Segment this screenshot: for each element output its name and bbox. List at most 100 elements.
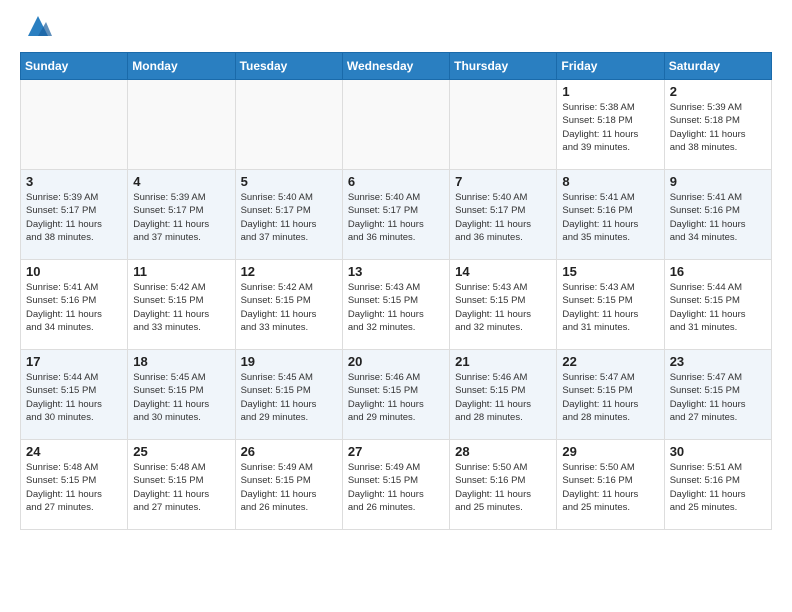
calendar-week-2: 3 Sunrise: 5:39 AM Sunset: 5:17 PM Daylig… [21, 170, 772, 260]
day-info: Sunrise: 5:45 AM Sunset: 5:15 PM Dayligh… [241, 371, 337, 424]
day-number: 1 [562, 84, 658, 99]
calendar-table: SundayMondayTuesdayWednesdayThursdayFrid… [20, 52, 772, 530]
calendar-cell: 9Sunrise: 5:41 AM Sunset: 5:16 PM Daylig… [664, 170, 771, 260]
day-info: Sunrise: 5:42 AM Sunset: 5:15 PM Dayligh… [133, 281, 229, 334]
day-info: Sunrise: 5:50 AM Sunset: 5:16 PM Dayligh… [455, 461, 551, 514]
calendar-cell: 20 Sunrise: 5:46 AM Sunset: 5:15 PM Dayli… [342, 350, 449, 440]
day-number: 10 [26, 264, 122, 279]
calendar-cell: 10 Sunrise: 5:41 AM Sunset: 5:16 PM Dayli… [21, 260, 128, 350]
day-number: 26 [241, 444, 337, 459]
calendar-cell [235, 80, 342, 170]
day-number: 19 [241, 354, 337, 369]
day-number: 30 [670, 444, 766, 459]
day-number: 14 [455, 264, 551, 279]
calendar-cell [21, 80, 128, 170]
calendar-cell: 11 Sunrise: 5:42 AM Sunset: 5:15 PM Dayli… [128, 260, 235, 350]
page: SundayMondayTuesdayWednesdayThursdayFrid… [0, 0, 792, 546]
day-info: Sunrise: 5:39 AM Sunset: 5:17 PM Dayligh… [133, 191, 229, 244]
day-info: Sunrise: 5:39 AM Sunset: 5:18 PM Dayligh… [670, 101, 766, 154]
calendar-cell: 13 Sunrise: 5:43 AM Sunset: 5:15 PM Dayli… [342, 260, 449, 350]
day-info: Sunrise: 5:46 AM Sunset: 5:15 PM Dayligh… [455, 371, 551, 424]
day-number: 2 [670, 84, 766, 99]
calendar-week-4: 17 Sunrise: 5:44 AM Sunset: 5:15 PM Dayli… [21, 350, 772, 440]
weekday-header-monday: Monday [128, 53, 235, 80]
calendar-cell: 8 Sunrise: 5:41 AM Sunset: 5:16 PM Daylig… [557, 170, 664, 260]
day-info: Sunrise: 5:41 AM Sunset: 5:16 PM Dayligh… [670, 191, 766, 244]
day-number: 18 [133, 354, 229, 369]
header [20, 16, 772, 40]
day-info: Sunrise: 5:49 AM Sunset: 5:15 PM Dayligh… [241, 461, 337, 514]
calendar-cell: 27Sunrise: 5:49 AM Sunset: 5:15 PM Dayli… [342, 440, 449, 530]
calendar-cell: 18 Sunrise: 5:45 AM Sunset: 5:15 PM Dayli… [128, 350, 235, 440]
weekday-header-saturday: Saturday [664, 53, 771, 80]
day-info: Sunrise: 5:41 AM Sunset: 5:16 PM Dayligh… [26, 281, 122, 334]
day-info: Sunrise: 5:47 AM Sunset: 5:15 PM Dayligh… [562, 371, 658, 424]
day-number: 6 [348, 174, 444, 189]
day-number: 13 [348, 264, 444, 279]
calendar-cell: 28 Sunrise: 5:50 AM Sunset: 5:16 PM Dayli… [450, 440, 557, 530]
calendar-cell: 26 Sunrise: 5:49 AM Sunset: 5:15 PM Dayli… [235, 440, 342, 530]
day-info: Sunrise: 5:49 AM Sunset: 5:15 PM Dayligh… [348, 461, 444, 514]
day-number: 29 [562, 444, 658, 459]
day-number: 3 [26, 174, 122, 189]
weekday-header-thursday: Thursday [450, 53, 557, 80]
calendar-cell: 3 Sunrise: 5:39 AM Sunset: 5:17 PM Daylig… [21, 170, 128, 260]
day-info: Sunrise: 5:44 AM Sunset: 5:15 PM Dayligh… [26, 371, 122, 424]
day-info: Sunrise: 5:47 AM Sunset: 5:15 PM Dayligh… [670, 371, 766, 424]
day-number: 11 [133, 264, 229, 279]
day-info: Sunrise: 5:45 AM Sunset: 5:15 PM Dayligh… [133, 371, 229, 424]
calendar-cell: 30Sunrise: 5:51 AM Sunset: 5:16 PM Dayli… [664, 440, 771, 530]
calendar-week-5: 24Sunrise: 5:48 AM Sunset: 5:15 PM Dayli… [21, 440, 772, 530]
day-info: Sunrise: 5:46 AM Sunset: 5:15 PM Dayligh… [348, 371, 444, 424]
day-number: 20 [348, 354, 444, 369]
day-info: Sunrise: 5:43 AM Sunset: 5:15 PM Dayligh… [348, 281, 444, 334]
weekday-header-wednesday: Wednesday [342, 53, 449, 80]
calendar-week-1: 1 Sunrise: 5:38 AM Sunset: 5:18 PM Daylig… [21, 80, 772, 170]
day-info: Sunrise: 5:48 AM Sunset: 5:15 PM Dayligh… [26, 461, 122, 514]
day-number: 22 [562, 354, 658, 369]
weekday-header-friday: Friday [557, 53, 664, 80]
calendar-cell: 17 Sunrise: 5:44 AM Sunset: 5:15 PM Dayli… [21, 350, 128, 440]
calendar-cell: 29 Sunrise: 5:50 AM Sunset: 5:16 PM Dayli… [557, 440, 664, 530]
day-number: 16 [670, 264, 766, 279]
day-number: 8 [562, 174, 658, 189]
calendar-cell [450, 80, 557, 170]
weekday-header-sunday: Sunday [21, 53, 128, 80]
calendar-cell: 22 Sunrise: 5:47 AM Sunset: 5:15 PM Dayli… [557, 350, 664, 440]
day-number: 17 [26, 354, 122, 369]
calendar-week-3: 10 Sunrise: 5:41 AM Sunset: 5:16 PM Dayli… [21, 260, 772, 350]
day-info: Sunrise: 5:39 AM Sunset: 5:17 PM Dayligh… [26, 191, 122, 244]
day-info: Sunrise: 5:50 AM Sunset: 5:16 PM Dayligh… [562, 461, 658, 514]
day-info: Sunrise: 5:41 AM Sunset: 5:16 PM Dayligh… [562, 191, 658, 244]
calendar-cell [342, 80, 449, 170]
calendar-cell: 16 Sunrise: 5:44 AM Sunset: 5:15 PM Dayli… [664, 260, 771, 350]
day-info: Sunrise: 5:48 AM Sunset: 5:15 PM Dayligh… [133, 461, 229, 514]
calendar-cell: 4 Sunrise: 5:39 AM Sunset: 5:17 PM Daylig… [128, 170, 235, 260]
day-info: Sunrise: 5:44 AM Sunset: 5:15 PM Dayligh… [670, 281, 766, 334]
day-number: 23 [670, 354, 766, 369]
day-number: 21 [455, 354, 551, 369]
day-number: 5 [241, 174, 337, 189]
calendar-cell: 12Sunrise: 5:42 AM Sunset: 5:15 PM Dayli… [235, 260, 342, 350]
day-number: 28 [455, 444, 551, 459]
day-info: Sunrise: 5:43 AM Sunset: 5:15 PM Dayligh… [455, 281, 551, 334]
calendar-cell: 5 Sunrise: 5:40 AM Sunset: 5:17 PM Daylig… [235, 170, 342, 260]
day-number: 25 [133, 444, 229, 459]
day-info: Sunrise: 5:38 AM Sunset: 5:18 PM Dayligh… [562, 101, 658, 154]
calendar-cell [128, 80, 235, 170]
calendar-cell: 6Sunrise: 5:40 AM Sunset: 5:17 PM Daylig… [342, 170, 449, 260]
weekday-header-tuesday: Tuesday [235, 53, 342, 80]
calendar-cell: 23 Sunrise: 5:47 AM Sunset: 5:15 PM Dayli… [664, 350, 771, 440]
calendar-cell: 19 Sunrise: 5:45 AM Sunset: 5:15 PM Dayli… [235, 350, 342, 440]
calendar-cell: 2 Sunrise: 5:39 AM Sunset: 5:18 PM Daylig… [664, 80, 771, 170]
calendar-cell: 24Sunrise: 5:48 AM Sunset: 5:15 PM Dayli… [21, 440, 128, 530]
day-number: 15 [562, 264, 658, 279]
calendar-header-row: SundayMondayTuesdayWednesdayThursdayFrid… [21, 53, 772, 80]
calendar-cell: 21 Sunrise: 5:46 AM Sunset: 5:15 PM Dayli… [450, 350, 557, 440]
day-number: 4 [133, 174, 229, 189]
day-info: Sunrise: 5:42 AM Sunset: 5:15 PM Dayligh… [241, 281, 337, 334]
day-info: Sunrise: 5:40 AM Sunset: 5:17 PM Dayligh… [455, 191, 551, 244]
calendar-cell: 15 Sunrise: 5:43 AM Sunset: 5:15 PM Dayli… [557, 260, 664, 350]
day-info: Sunrise: 5:40 AM Sunset: 5:17 PM Dayligh… [241, 191, 337, 244]
day-info: Sunrise: 5:43 AM Sunset: 5:15 PM Dayligh… [562, 281, 658, 334]
